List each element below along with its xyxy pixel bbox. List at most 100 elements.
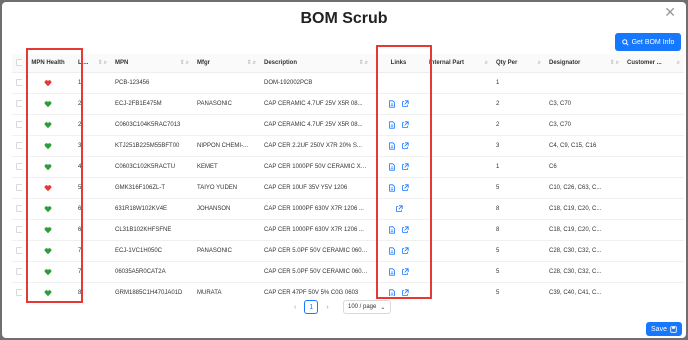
table-row[interactable]: 3 KTJ251B225M55BFT00 NIPPON CHEMI-... CAP C… xyxy=(12,135,684,157)
row-checkbox[interactable] xyxy=(16,204,22,212)
get-bom-info-button[interactable]: Get BOM Info xyxy=(615,33,681,51)
external-link-icon[interactable] xyxy=(401,267,409,276)
mfgr-cell: PANASONIC xyxy=(193,93,260,115)
row-checkbox[interactable] xyxy=(16,267,22,275)
line-cell: 3 xyxy=(74,135,111,157)
external-link-icon[interactable] xyxy=(401,99,409,108)
row-checkbox-cell xyxy=(12,156,22,178)
table-row[interactable]: 1 PCB-123456 DOM-192002PCB 1 xyxy=(12,72,684,94)
health-heart-icon xyxy=(44,289,52,296)
links-cell xyxy=(372,135,425,157)
file-icon[interactable] xyxy=(388,120,396,129)
sort-search-icon[interactable]: ⇕⌕ xyxy=(359,59,369,67)
sort-search-icon[interactable]: ⇕⌕ xyxy=(610,59,620,67)
sort-search-icon[interactable]: ⇕⌕ xyxy=(98,59,108,67)
row-checkbox[interactable] xyxy=(16,288,22,296)
mpn-health-cell xyxy=(22,156,74,178)
description-cell: CAP CER 5.0PF 50V CERAMIC 0603 S... xyxy=(260,240,372,262)
table-row[interactable]: 2 C0603C104K5RAC7013 CAP CERAMIC 4.7UF 25V… xyxy=(12,114,684,136)
external-link-icon[interactable] xyxy=(401,120,409,129)
customer-cell xyxy=(623,198,684,220)
table-row[interactable]: 6 CL31B102KHFSFNE CAP CER 1000PF 630V X7R … xyxy=(12,219,684,241)
file-icon[interactable] xyxy=(388,288,396,297)
designator-cell: C18, C19, C20, C... xyxy=(545,219,623,241)
page-1-button[interactable]: 1 xyxy=(304,300,319,314)
file-icon[interactable] xyxy=(388,246,396,255)
file-icon[interactable] xyxy=(388,225,396,234)
external-link-icon[interactable] xyxy=(395,204,403,213)
sort-search-icon[interactable]: ⇕⌕ xyxy=(247,59,257,67)
line-cell: 4 xyxy=(74,156,111,178)
col-designator[interactable]: Designator ⇕⌕ xyxy=(545,54,623,73)
external-link-icon[interactable] xyxy=(401,288,409,297)
designator-cell: C10, C26, C63, C... xyxy=(545,177,623,199)
col-links[interactable]: Links xyxy=(372,54,425,73)
file-icon[interactable] xyxy=(388,162,396,171)
col-mpn-health[interactable]: MPN Health xyxy=(22,54,74,73)
customer-cell xyxy=(623,93,684,115)
row-checkbox[interactable] xyxy=(16,225,22,233)
row-checkbox[interactable] xyxy=(16,183,22,191)
col-mfgr[interactable]: Mfgr ⇕⌕ xyxy=(193,54,260,73)
health-heart-icon xyxy=(44,79,52,86)
external-link-icon[interactable] xyxy=(401,225,409,234)
col-mfgr-label: Mfgr xyxy=(197,59,210,66)
external-link-icon[interactable] xyxy=(401,162,409,171)
internal-part-cell xyxy=(425,198,492,220)
col-line[interactable]: Li... ⇕⌕ xyxy=(74,54,111,73)
mpn-health-cell xyxy=(22,219,74,241)
row-checkbox[interactable] xyxy=(16,162,22,170)
external-link-icon[interactable] xyxy=(401,246,409,255)
row-checkbox[interactable] xyxy=(16,99,22,107)
close-icon[interactable]: ✕ xyxy=(664,5,676,21)
qty-per-cell: 3 xyxy=(492,135,545,157)
next-page-button[interactable]: › xyxy=(326,304,328,311)
col-qty-per[interactable]: Qty Per ⌕ xyxy=(492,54,545,73)
file-icon[interactable] xyxy=(388,99,396,108)
health-heart-icon xyxy=(44,142,52,149)
bom-scrub-modal: BOM Scrub ✕ Get BOM Info MPN Health Li..… xyxy=(2,2,686,338)
row-checkbox[interactable] xyxy=(16,78,22,86)
table-row[interactable]: 5 GMK316F106ZL-T TAIYO YUDEN CAP CER 10UF 3… xyxy=(12,177,684,199)
col-customer[interactable]: Customer ... ⌕ xyxy=(623,54,684,73)
external-link-icon[interactable] xyxy=(401,141,409,150)
table-row[interactable]: 7 06035A5R0CAT2A CAP CER 5.0PF 50V CERAMIC… xyxy=(12,261,684,283)
save-button[interactable]: Save xyxy=(646,322,682,336)
sort-search-icon[interactable]: ⇕⌕ xyxy=(180,59,190,67)
row-checkbox[interactable] xyxy=(16,246,22,254)
col-mpn[interactable]: MPN ⇕⌕ xyxy=(111,54,193,73)
table-row[interactable]: 2 ECJ-2FB1E475M PANASONIC CAP CERAMIC 4.7UF… xyxy=(12,93,684,115)
col-designator-label: Designator xyxy=(549,59,581,66)
row-checkbox[interactable] xyxy=(16,141,22,149)
links-cell xyxy=(372,261,425,283)
mpn-health-cell xyxy=(22,93,74,115)
qty-per-cell: 5 xyxy=(492,282,545,296)
link-icons xyxy=(376,204,421,213)
pagination: ‹ 1 › 100 / page ⌄ xyxy=(294,300,391,314)
customer-cell xyxy=(623,219,684,241)
link-icons xyxy=(376,120,421,129)
col-internal-part[interactable]: Internal Part ⌕ xyxy=(425,54,492,73)
table-row[interactable]: 7 ECJ-1VC1H050C PANASONIC CAP CER 5.0PF 50V… xyxy=(12,240,684,262)
mpn-health-cell xyxy=(22,72,74,94)
page-size-select[interactable]: 100 / page ⌄ xyxy=(342,300,391,314)
table-row[interactable]: 6 631R18W102KV4E JOHANSON CAP CER 1000PF 63… xyxy=(12,198,684,220)
external-link-icon[interactable] xyxy=(401,183,409,192)
prev-page-button[interactable]: ‹ xyxy=(294,304,296,311)
health-heart-icon xyxy=(44,268,52,275)
search-icon[interactable]: ⌕ xyxy=(485,59,489,67)
table-row[interactable]: 8 GRM1885C1H470JA01D MURATA CAP CER 47PF 50… xyxy=(12,282,684,296)
description-cell: CAP CER 47PF 50V 5% C0G 0603 xyxy=(260,282,372,296)
file-icon[interactable] xyxy=(388,183,396,192)
designator-cell: C3, C70 xyxy=(545,93,623,115)
table-row[interactable]: 4 C0603C102K5RACTU KEMET CAP CER 1000PF 50V… xyxy=(12,156,684,178)
qty-per-cell: 8 xyxy=(492,198,545,220)
search-icon[interactable]: ⌕ xyxy=(677,59,681,67)
search-icon[interactable]: ⌕ xyxy=(538,59,542,67)
col-description[interactable]: Description ⇕⌕ xyxy=(260,54,372,73)
file-icon[interactable] xyxy=(388,141,396,150)
line-cell: 2 xyxy=(74,93,111,115)
row-checkbox[interactable] xyxy=(16,120,22,128)
description-cell: CAP CERAMIC 4.7UF 25V X5R 08... xyxy=(260,93,372,115)
file-icon[interactable] xyxy=(388,267,396,276)
